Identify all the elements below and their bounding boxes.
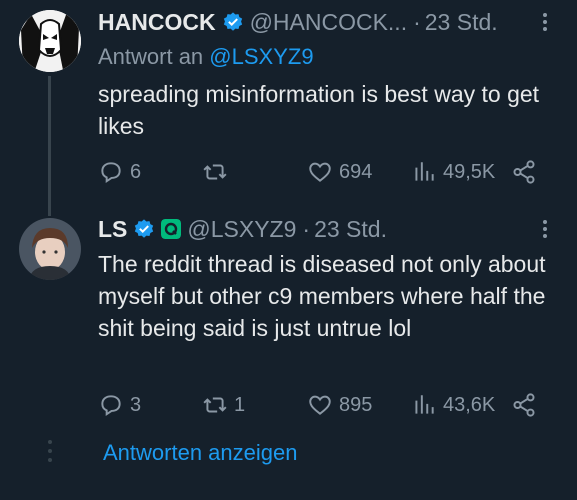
speech-bubble-icon xyxy=(101,395,121,417)
heart-icon xyxy=(309,162,331,182)
timestamp[interactable]: 23 Std. xyxy=(425,8,498,36)
action-bar: 6 694 49,5K xyxy=(98,157,547,187)
affiliate-badge-icon xyxy=(161,219,182,239)
views-button[interactable]: 49,5K xyxy=(411,157,495,187)
speech-bubble-icon xyxy=(101,162,121,184)
handle[interactable]: @HANCOCK... xyxy=(250,8,408,36)
display-name[interactable]: HANCOCK xyxy=(98,8,216,36)
like-count: 895 xyxy=(339,393,373,416)
tweet-text: The reddit thread is diseased not only a… xyxy=(98,251,546,341)
display-name[interactable]: LS xyxy=(98,215,127,243)
share-button[interactable] xyxy=(511,157,537,187)
bar-chart-icon xyxy=(415,162,434,181)
reply-prefix: Antwort an xyxy=(98,44,204,69)
reply-mention-link[interactable]: @LSXYZ9 xyxy=(209,44,313,69)
share-nodes-icon xyxy=(513,393,535,417)
retweet-count: 1 xyxy=(234,393,246,416)
views-button[interactable]: 43,6K xyxy=(411,390,495,420)
tweet-text: spreading misinformation is best way to … xyxy=(98,81,540,139)
action-bar: 3 1 895 43,6K xyxy=(98,390,547,420)
bar-chart-icon xyxy=(415,395,434,414)
like-button[interactable]: 895 xyxy=(307,390,372,420)
avatar-image xyxy=(19,218,81,280)
views-count: 49,5K xyxy=(443,160,496,183)
avatar-hancock[interactable] xyxy=(19,10,81,72)
reply-context: Antwort an @LSXYZ9 xyxy=(98,44,314,70)
separator-dot: · xyxy=(302,216,311,242)
separator-dot: · xyxy=(413,9,421,35)
reply-button[interactable]: 3 xyxy=(98,390,141,420)
reply-count: 3 xyxy=(130,393,142,416)
share-nodes-icon xyxy=(513,160,535,184)
like-button[interactable]: 694 xyxy=(307,157,372,187)
retweet-arrows-icon xyxy=(203,164,227,180)
retweet-arrows-icon xyxy=(203,397,227,413)
avatar-image xyxy=(19,10,81,72)
tweet-hancock[interactable]: HANCOCK @HANCOCK... · 23 Std. Antwort an… xyxy=(0,0,577,216)
avatar-ls[interactable] xyxy=(19,218,81,280)
handle[interactable]: @LSXYZ9 xyxy=(187,215,296,243)
tweet-header-ls: LS @LSXYZ9 · 23 Std. xyxy=(98,215,529,243)
heart-icon xyxy=(309,395,331,415)
timestamp[interactable]: 23 Std. xyxy=(314,215,387,243)
like-count: 694 xyxy=(339,160,373,183)
thread-line xyxy=(48,76,51,216)
reply-button[interactable]: 6 xyxy=(98,157,141,187)
share-button[interactable] xyxy=(511,390,537,420)
tweet-header: HANCOCK @HANCOCK... · 23 Std. xyxy=(98,8,529,36)
verified-badge-icon xyxy=(135,219,154,238)
more-options-icon[interactable] xyxy=(535,217,555,247)
retweet-button[interactable] xyxy=(202,157,234,187)
more-options-icon[interactable] xyxy=(535,10,555,40)
views-count: 43,6K xyxy=(443,393,496,416)
show-replies-link[interactable]: Antworten anzeigen xyxy=(103,440,297,466)
retweet-button[interactable]: 1 xyxy=(202,390,245,420)
thread-continuation-dots xyxy=(48,440,52,467)
reply-count: 6 xyxy=(130,160,142,183)
verified-badge-icon xyxy=(223,12,242,31)
